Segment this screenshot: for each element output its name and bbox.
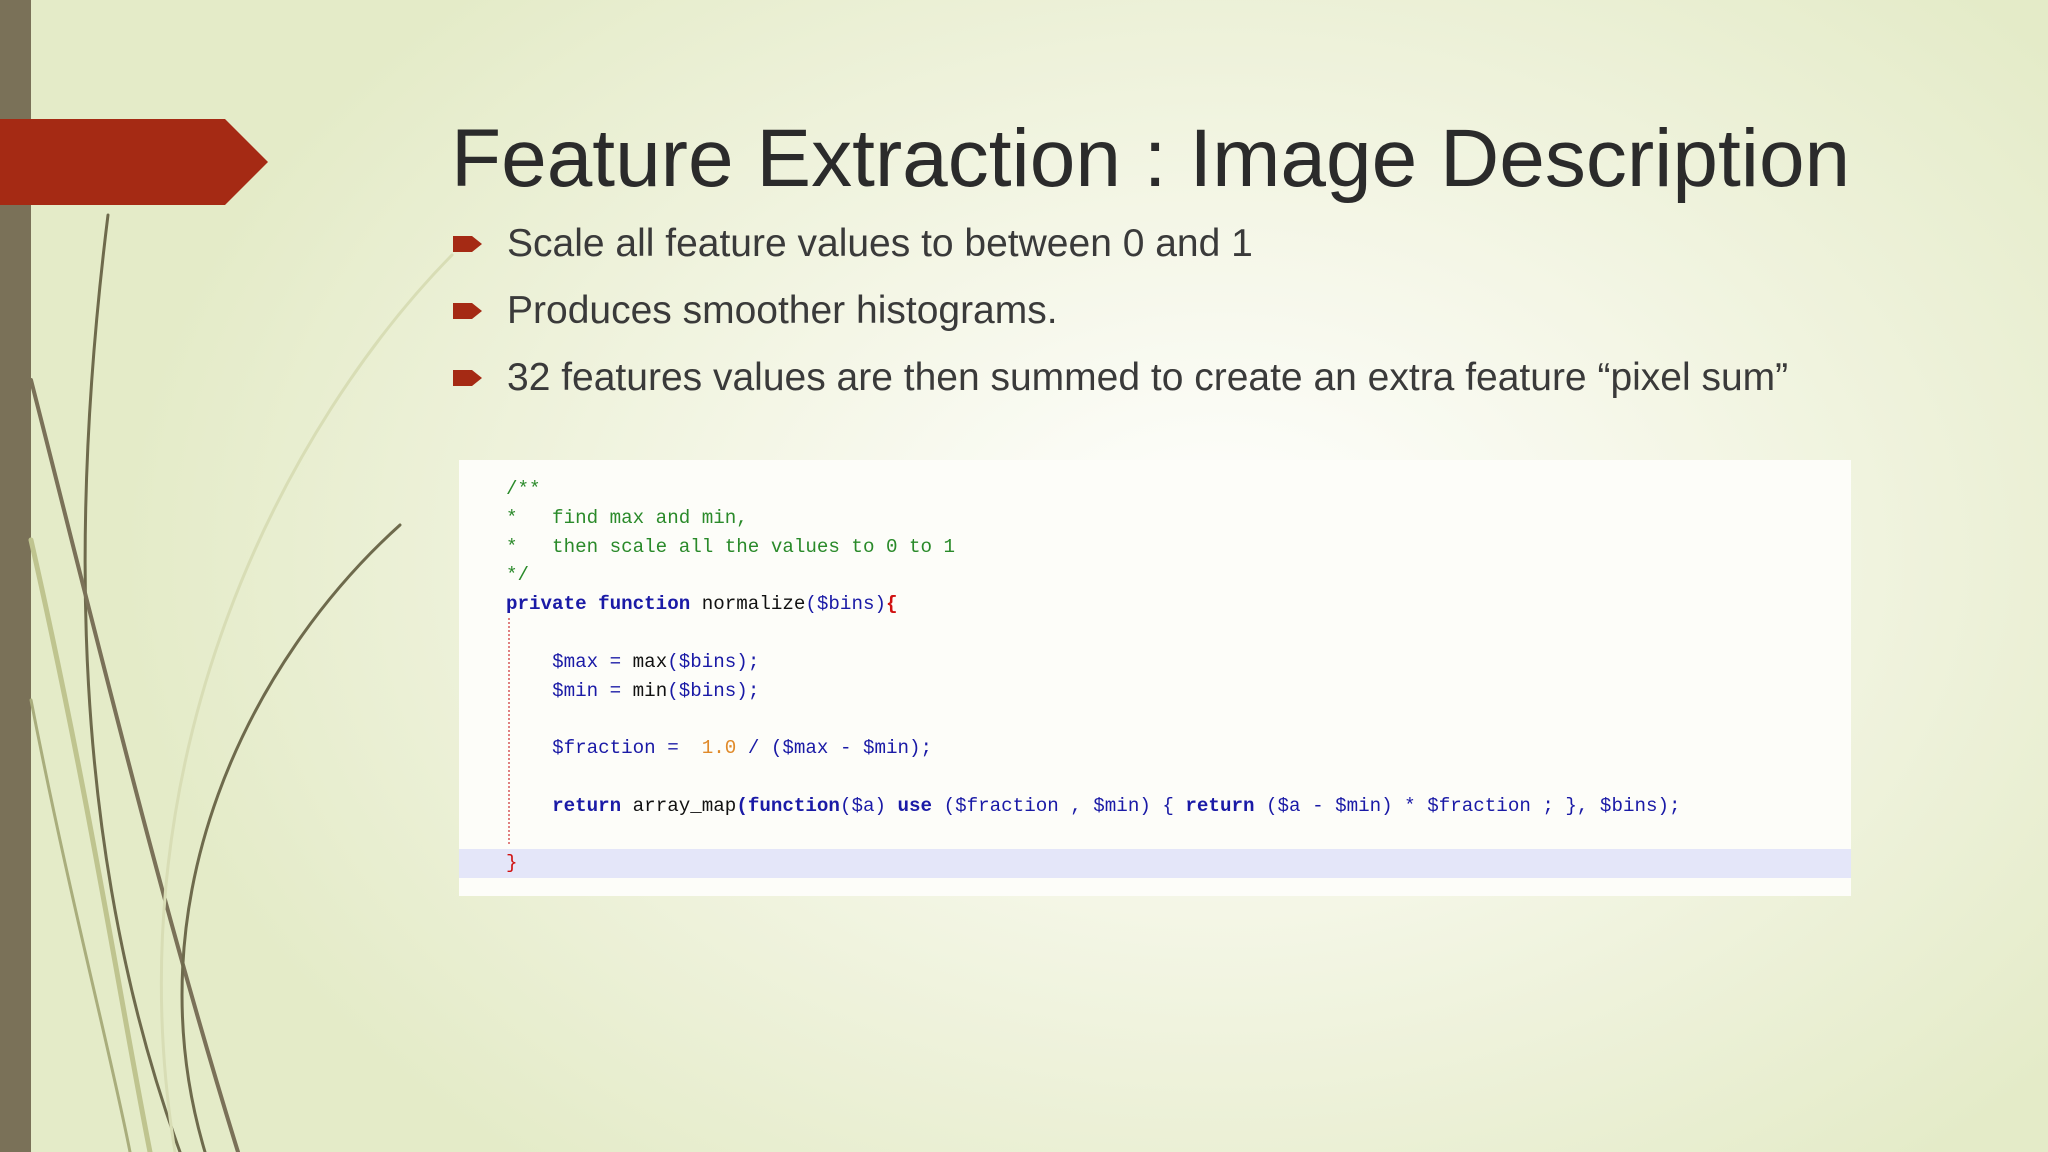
slide: Feature Extraction : Image Description S… — [0, 0, 2048, 1152]
slide-title: Feature Extraction : Image Description — [451, 113, 1851, 204]
code-line-empty — [506, 619, 1681, 648]
code-token: return — [552, 794, 633, 817]
code-line-empty — [506, 763, 1681, 792]
code-token: ($bins); — [667, 650, 760, 673]
code-token: normalize — [701, 593, 806, 616]
code-token: $max — [552, 650, 599, 673]
bullet-list: Scale all feature values to between 0 an… — [451, 220, 2011, 421]
code-token: { — [886, 593, 898, 616]
code-token: ($a) — [839, 794, 898, 817]
code-token: use — [897, 794, 933, 817]
code-token: (function — [736, 794, 840, 817]
code-lines: /** * find max and min, * then scale all… — [506, 475, 1681, 878]
code-token: ($bins) — [805, 593, 886, 616]
bullet-arrow-icon — [453, 236, 482, 252]
code-token: return — [1185, 794, 1255, 817]
code-line: $min = min($bins); — [506, 677, 1681, 706]
code-line-empty — [506, 705, 1681, 734]
code-token: $fraction — [552, 737, 656, 760]
bullet-arrow-icon — [453, 370, 482, 386]
code-token: 1.0 — [701, 737, 737, 760]
bullet-arrow-icon — [453, 303, 482, 319]
code-token: = — [655, 737, 702, 760]
code-token: min — [632, 679, 668, 702]
code-line: $max = max($bins); — [506, 648, 1681, 677]
code-line: */ — [506, 564, 530, 587]
code-token: = — [598, 650, 633, 673]
code-token: $min — [552, 679, 599, 702]
bullet-item: Produces smoother histograms. — [451, 287, 2011, 354]
bullet-item: Scale all feature values to between 0 an… — [451, 220, 2011, 287]
code-token: ($fraction , $min) { — [932, 794, 1186, 817]
code-token: max — [632, 650, 668, 673]
bullet-text: 32 features values are then summed to cr… — [507, 356, 1789, 399]
code-token: / ($max - $min); — [736, 737, 933, 760]
code-line: } — [506, 852, 518, 875]
code-token: private function — [506, 593, 702, 616]
code-line: * find max and min, — [506, 506, 748, 529]
code-line: $fraction = 1.0 / ($max - $min); — [506, 734, 1681, 763]
code-line: * then scale all the values to 0 to 1 — [506, 535, 956, 558]
code-line-empty — [506, 821, 1681, 850]
code-screenshot: /** * find max and min, * then scale all… — [459, 460, 1851, 896]
code-token: array_map — [632, 794, 737, 817]
bullet-text: Scale all feature values to between 0 an… — [507, 222, 1253, 265]
bullet-item: 32 features values are then summed to cr… — [451, 354, 2011, 421]
code-line: /** — [506, 478, 541, 500]
bullet-text: Produces smoother histograms. — [507, 289, 1058, 332]
code-token: ($bins); — [667, 679, 760, 702]
code-line: private function normalize($bins){ — [506, 590, 1681, 619]
code-token: = — [598, 679, 633, 702]
title-arrow-shape — [0, 119, 268, 205]
code-line: return array_map(function($a) use ($frac… — [506, 792, 1681, 821]
code-token: ($a - $min) * $fraction ; }, $bins); — [1254, 794, 1681, 817]
